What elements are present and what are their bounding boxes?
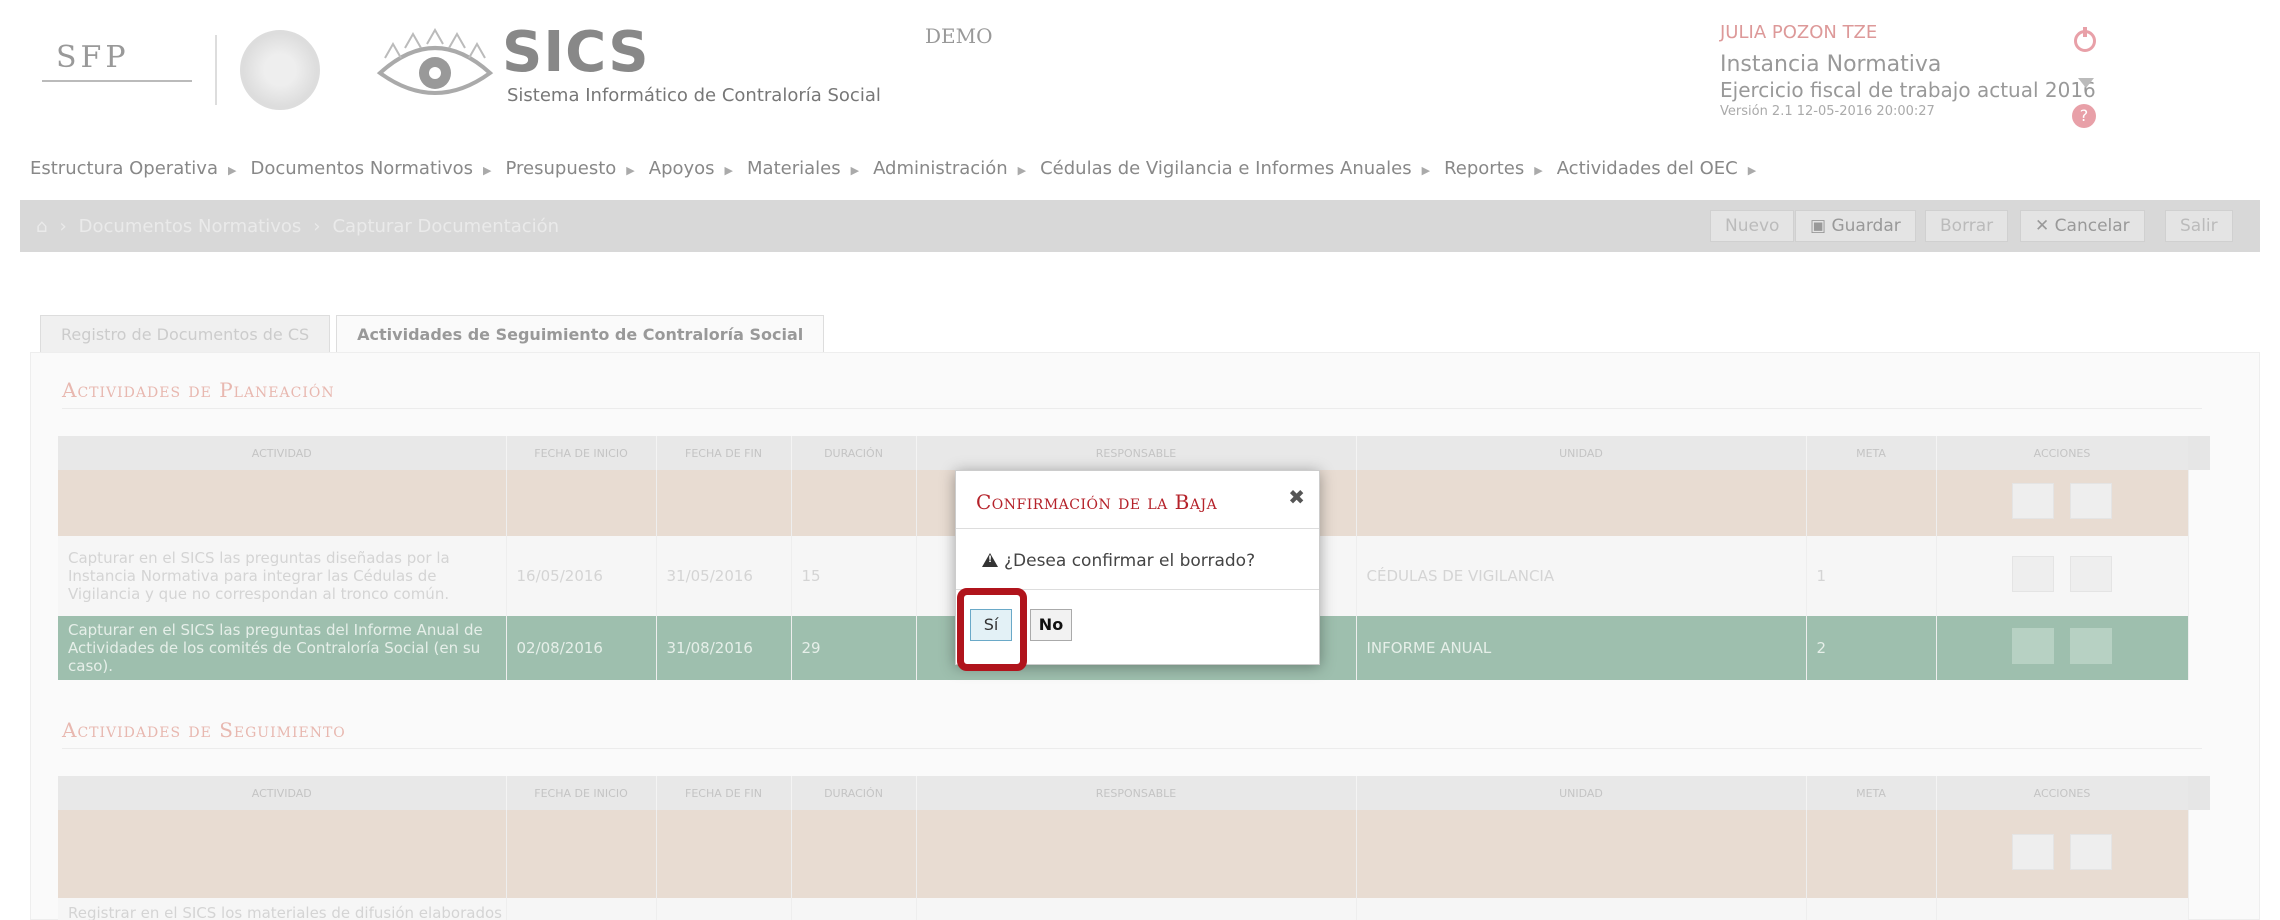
annotation-highlight [957,588,1027,671]
dialog-divider [956,528,1319,529]
dialog-title: Confirmación de la Baja [976,490,1218,514]
dialog-message: ¿Desea confirmar el borrado? [1004,551,1256,571]
app-root: SFP SICS Sistema Informático de Contralo… [0,0,2280,920]
warning-icon [982,553,998,567]
modal-overlay [0,0,2280,920]
confirm-no-button[interactable]: No [1030,609,1072,641]
close-icon[interactable]: ✖ [1288,485,1305,509]
